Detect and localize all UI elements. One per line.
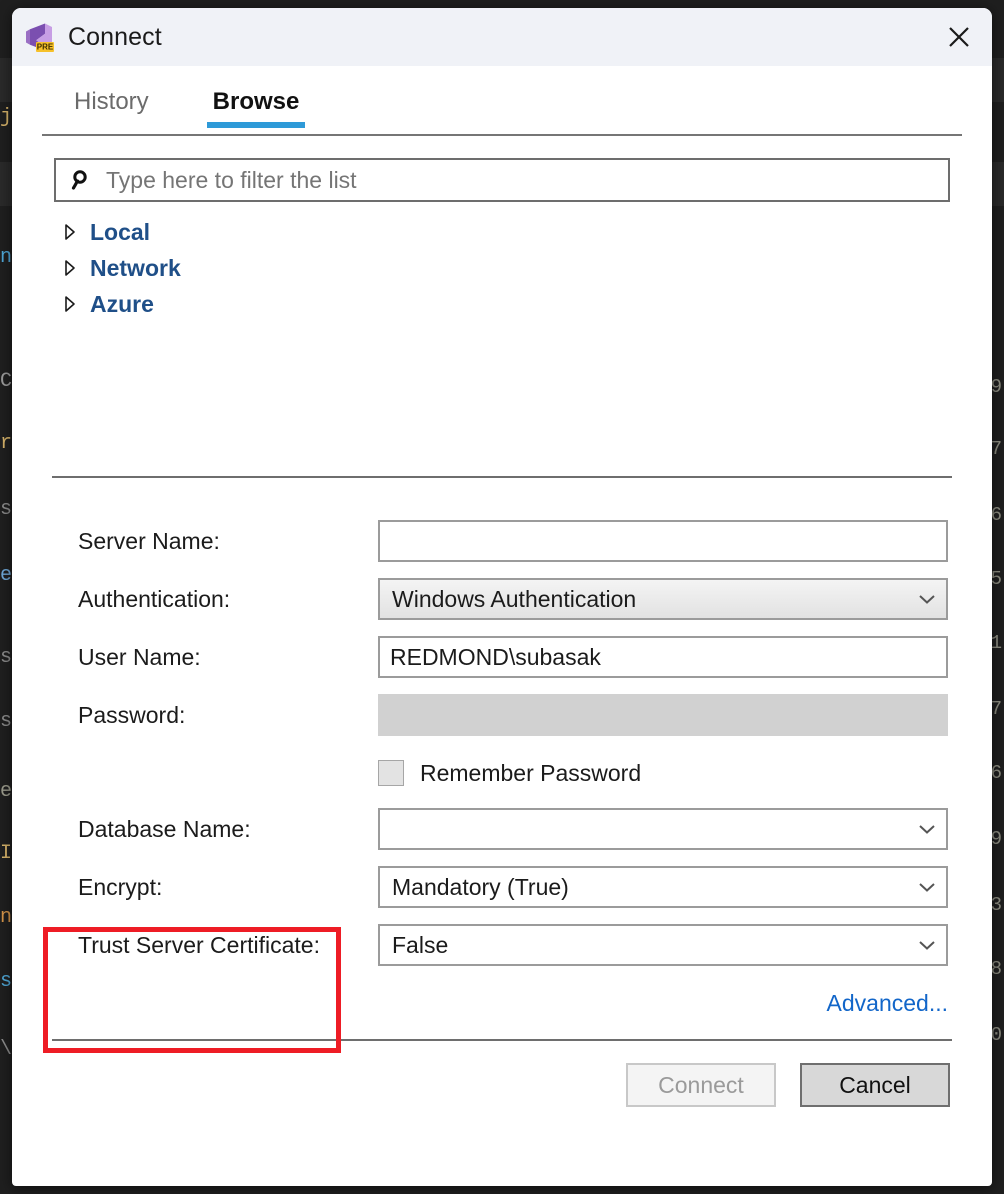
backdrop-code-fragment: n bbox=[0, 906, 13, 929]
server-name-label: Server Name: bbox=[78, 527, 220, 554]
search-input[interactable] bbox=[106, 166, 948, 194]
row-password: Password: bbox=[78, 694, 948, 736]
encrypt-dropdown[interactable]: Mandatory (True) bbox=[378, 866, 948, 908]
dialog-title: Connect bbox=[68, 22, 162, 51]
svg-text:PRE: PRE bbox=[37, 43, 54, 52]
close-icon[interactable] bbox=[926, 8, 992, 66]
dialog-buttons: Connect Cancel bbox=[12, 1041, 992, 1107]
chevron-right-icon bbox=[60, 223, 80, 241]
tree-item-azure[interactable]: Azure bbox=[60, 286, 992, 322]
chevron-down-icon bbox=[918, 593, 936, 605]
connection-form: Server Name: Authentication: Windows Aut… bbox=[12, 520, 992, 966]
dialog-titlebar: PRE Connect bbox=[12, 8, 992, 66]
row-server-name: Server Name: bbox=[78, 520, 948, 562]
row-encrypt: Encrypt: Mandatory (True) bbox=[78, 866, 948, 908]
row-database-name: Database Name: bbox=[78, 808, 948, 850]
encrypt-value: Mandatory (True) bbox=[392, 873, 569, 900]
connect-button[interactable]: Connect bbox=[626, 1063, 776, 1107]
row-user-name: User Name: bbox=[78, 636, 948, 678]
password-label: Password: bbox=[78, 701, 186, 728]
authentication-value: Windows Authentication bbox=[392, 585, 637, 612]
chevron-right-icon bbox=[60, 295, 80, 313]
chevron-right-icon bbox=[60, 259, 80, 277]
remember-password-checkbox[interactable] bbox=[378, 760, 404, 786]
server-tree: Local Network Azure bbox=[60, 214, 992, 322]
tree-item-label: Network bbox=[90, 254, 181, 281]
database-name-dropdown[interactable] bbox=[378, 808, 948, 850]
visual-studio-preview-icon: PRE bbox=[24, 22, 54, 52]
tree-item-label: Local bbox=[90, 218, 151, 245]
search-icon bbox=[70, 168, 94, 192]
database-name-label: Database Name: bbox=[78, 815, 251, 842]
tab-history[interactable]: History bbox=[68, 88, 155, 128]
chevron-down-icon bbox=[918, 881, 936, 893]
browse-results-pane: Local Network Azure bbox=[12, 214, 992, 476]
tab-strip: History Browse bbox=[12, 66, 992, 128]
row-authentication: Authentication: Windows Authentication bbox=[78, 578, 948, 620]
backdrop-code-fragment: n bbox=[0, 246, 13, 269]
row-trust-server-certificate: Trust Server Certificate: False bbox=[78, 924, 948, 966]
tree-item-label: Azure bbox=[90, 290, 154, 317]
filter-search-box[interactable] bbox=[54, 158, 950, 202]
tree-item-network[interactable]: Network bbox=[60, 250, 992, 286]
trust-server-certificate-label: Trust Server Certificate: bbox=[78, 931, 320, 958]
row-remember-password: Remember Password bbox=[378, 752, 948, 794]
cancel-button[interactable]: Cancel bbox=[800, 1063, 950, 1107]
authentication-label: Authentication: bbox=[78, 585, 231, 612]
tabs-divider bbox=[42, 134, 962, 136]
user-name-label: User Name: bbox=[78, 643, 201, 670]
authentication-dropdown[interactable]: Windows Authentication bbox=[378, 578, 948, 620]
chevron-down-icon bbox=[918, 939, 936, 951]
remember-password-label: Remember Password bbox=[420, 759, 642, 786]
advanced-link[interactable]: Advanced... bbox=[827, 990, 948, 1017]
encrypt-label: Encrypt: bbox=[78, 873, 163, 900]
server-name-input[interactable] bbox=[378, 520, 948, 562]
chevron-down-icon bbox=[918, 823, 936, 835]
connect-dialog: PRE Connect History Browse Type here to … bbox=[12, 8, 992, 1186]
trust-server-certificate-dropdown[interactable]: False bbox=[378, 924, 948, 966]
backdrop-code-fragment: e bbox=[0, 780, 13, 803]
advanced-row: Advanced... bbox=[12, 982, 992, 1017]
section-divider bbox=[52, 476, 952, 478]
user-name-input[interactable] bbox=[378, 636, 948, 678]
tree-item-local[interactable]: Local bbox=[60, 214, 992, 250]
trust-server-certificate-value: False bbox=[392, 931, 449, 958]
password-input-disabled bbox=[378, 694, 948, 736]
tab-browse[interactable]: Browse bbox=[206, 88, 306, 128]
